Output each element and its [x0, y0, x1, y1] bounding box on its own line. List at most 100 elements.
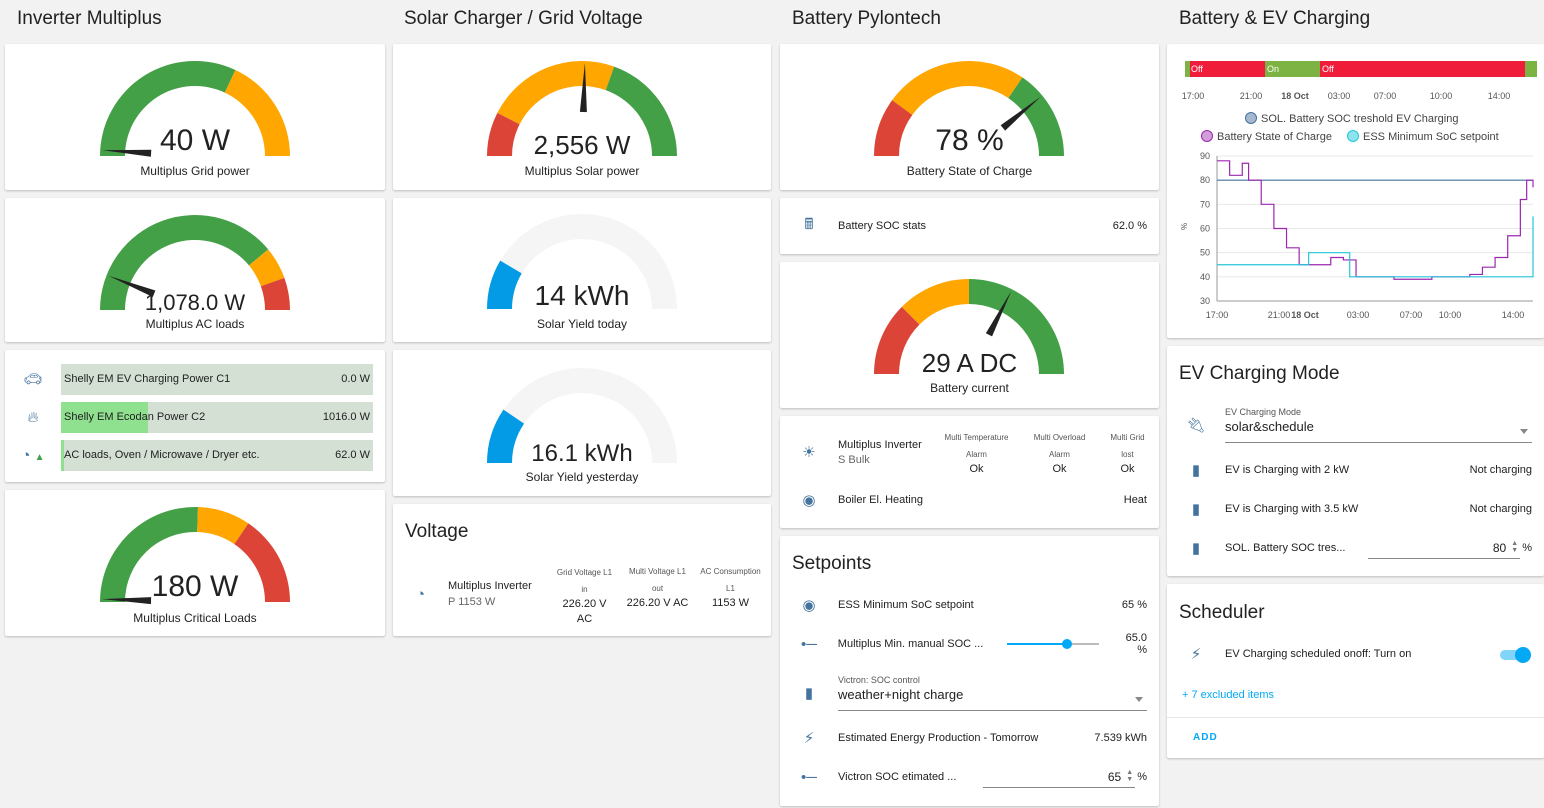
schedule-toggle[interactable] [1500, 647, 1531, 663]
inverter-status-card: ☀︎ Multiplus Inverter S Bulk Multi Tempe… [780, 416, 1159, 528]
soc-control-row[interactable]: ▮ Victron: SOC control weather+night cha… [780, 673, 1159, 713]
attribute-header: Multi Grid [1110, 433, 1145, 442]
legend-label[interactable]: SOL. Battery SOC treshold EV Charging [1261, 113, 1458, 125]
ess-setpoint-row[interactable]: ◉ ESS Minimum SoC setpoint 65 % [780, 590, 1159, 620]
column-title-solar: Solar Charger / Grid Voltage [404, 8, 643, 29]
gauge-value: 16.1 kWh [531, 440, 633, 467]
timeline-off-segment[interactable] [1185, 61, 1537, 77]
scheduler-item-row[interactable]: ⚡︎ EV Charging scheduled onoff: Turn on [1167, 639, 1544, 669]
timeline-on-segment[interactable] [1185, 61, 1190, 77]
soc-threshold-input[interactable]: 80 ▲ ▼ [1368, 537, 1521, 559]
bar-row-ac-loads[interactable]: ◔ ▲ AC loads, Oven / Microwave / Dryer e… [5, 439, 385, 471]
voltage-row[interactable]: ◔ Multiplus Inverter P 1153 W Grid Volta… [393, 559, 771, 629]
gauge-label: Multiplus Grid power [140, 164, 250, 178]
excluded-items-link[interactable]: + 7 excluded items [1182, 689, 1274, 701]
gauge-card-battery-current[interactable]: 29 A DC Battery current [780, 262, 1159, 408]
legend-swatch[interactable] [1347, 130, 1359, 142]
gauge-card-critical-loads[interactable]: 180 W Multiplus Critical Loads [5, 490, 385, 636]
timeline-tick-label: 17:00 [1182, 91, 1205, 101]
inverter-status-row[interactable]: ☀︎ Multiplus Inverter S Bulk Multi Tempe… [780, 422, 1159, 482]
select-value: solar&schedule [1225, 419, 1314, 434]
trend-up-icon: ▲ [34, 451, 45, 463]
ev-mode-card: EV Charging Mode 🔌︎ EV Charging Mode sol… [1167, 346, 1544, 576]
battery-icon: ▮ [1191, 540, 1201, 557]
attribute-value: 226.20 V AC [626, 596, 689, 609]
timeline-state-label: Off [1322, 64, 1334, 74]
soc-threshold-row[interactable]: ▮ SOL. Battery SOC tres... 80 ▲ ▼ % [1167, 533, 1544, 563]
entity-name: Battery SOC stats [838, 220, 927, 232]
setpoints-card: Setpoints ◉ ESS Minimum SoC setpoint 65 … [780, 536, 1159, 806]
bar-row-ev-charging[interactable]: 🚗︎ Shelly EM EV Charging Power C1 0.0 W [5, 363, 385, 395]
soc-estimated-row[interactable]: •─ Victron SOC etimated ... 65 ▲ ▼ % [780, 762, 1159, 792]
gauge-value: 78 % [935, 124, 1004, 157]
ev-mode-select-row[interactable]: 🔌︎ EV Charging Mode solar&schedule [1167, 406, 1544, 444]
legend-swatch[interactable] [1201, 130, 1213, 142]
bar-row-ecodan[interactable]: 🔥︎ Shelly EM Ecodan Power C2 1016.0 W [5, 401, 385, 433]
attribute-col: Multi Temperature Alarm Ok [935, 429, 1018, 475]
add-button[interactable]: ADD [1193, 732, 1218, 743]
input-unit: % [1522, 542, 1532, 554]
series-line[interactable] [1217, 160, 1534, 280]
timeline-on-segment[interactable] [1525, 61, 1537, 77]
power-bar: Shelly EM EV Charging Power C1 0.0 W [61, 363, 373, 395]
ev-charging-35kw-row[interactable]: ▮ EV is Charging with 3.5 kW Not chargin… [1167, 494, 1544, 524]
lightning-icon: ⚡︎ [803, 730, 815, 747]
battery-icon: ▮ [1191, 462, 1201, 479]
entity-name: Multiplus Inverter [838, 438, 922, 451]
slider-icon: •─ [801, 768, 817, 786]
boiler-row[interactable]: ◉ Boiler El. Heating Heat [780, 484, 1159, 516]
min-soc-slider[interactable] [1007, 634, 1099, 654]
section-title: EV Charging Mode [1179, 363, 1340, 384]
entity-value: Not charging [1469, 464, 1532, 476]
ev-mode-select[interactable]: EV Charging Mode solar&schedule [1225, 407, 1532, 443]
gauge-card-battery-soc[interactable]: 78 % Battery State of Charge [780, 44, 1159, 190]
series-line[interactable] [1217, 216, 1534, 278]
toggle-knob [1515, 647, 1531, 663]
entity-name-block: Multiplus Inverter P 1153 W [448, 580, 548, 608]
gauge-label: Solar Yield yesterday [525, 470, 639, 484]
gauge-card-yield-today[interactable]: 14 kWh Solar Yield today [393, 198, 771, 342]
x-tick-label: 21:00 [1268, 310, 1291, 320]
select-label: EV Charging Mode [1225, 407, 1302, 417]
legend-label[interactable]: ESS Minimum SoC setpoint [1363, 131, 1499, 143]
gauge-label: Multiplus AC loads [145, 317, 245, 331]
attribute-header: Multi Temperature [944, 433, 1009, 442]
y-axis-label: % [1180, 223, 1189, 230]
power-bar: AC loads, Oven / Microwave / Dryer etc. 6… [61, 439, 373, 471]
attribute-col: Multi Voltage L1 out 226.20 V AC [621, 563, 694, 626]
entity-value: 62.0 % [1112, 220, 1147, 232]
gauge-segment [497, 60, 615, 125]
bar-value: 0.0 W [341, 372, 370, 385]
gauge-card-solar-power[interactable]: 2,556 W Multiplus Solar power [393, 44, 771, 190]
shelly-power-card: 🚗︎ Shelly EM EV Charging Power C1 0.0 W 🔥… [5, 350, 385, 482]
soc-control-select[interactable]: Victron: SOC control weather+night charg… [838, 675, 1147, 711]
slider-icon: •─ [800, 635, 817, 653]
spinner-icon[interactable]: ▲ ▼ [1511, 540, 1518, 554]
ev-charging-2kw-row[interactable]: ▮ EV is Charging with 2 kW Not charging [1167, 455, 1544, 485]
slider-thumb[interactable] [1061, 639, 1072, 649]
min-soc-slider-row[interactable]: •─ Multiplus Min. manual SOC ... 65.0 % [780, 629, 1159, 659]
timeline-tick-label: 03:00 [1328, 91, 1351, 101]
battery-stats-row[interactable]: 🖩︎ Battery SOC stats 62.0 % [780, 198, 1159, 254]
x-tick-label: 18 Oct [1291, 310, 1319, 320]
battery-icon: ▮ [804, 685, 814, 702]
entity-name: EV is Charging with 3.5 kW [1225, 503, 1359, 515]
spinner-icon[interactable]: ▲ ▼ [1126, 769, 1133, 783]
y-tick-label: 80 [1200, 175, 1210, 185]
soc-estimated-input[interactable]: 65 ▲ ▼ [983, 766, 1136, 788]
legend-swatch[interactable] [1245, 112, 1257, 124]
column-title-inverter: Inverter Multiplus [17, 8, 162, 29]
gauge-card-ac-loads[interactable]: 1,078.0 W Multiplus AC loads [5, 198, 385, 342]
legend-label[interactable]: Battery State of Charge [1217, 131, 1332, 143]
entity-name: EV Charging scheduled onoff: Turn on [1225, 648, 1412, 660]
history-chart-card[interactable]: Off On Off 17:00 21:00 18 Oct 03:00 07:00 10:00 1… [1167, 44, 1544, 338]
gauge-card-grid-power[interactable]: 40 W Multiplus Grid power [5, 44, 385, 190]
history-chart[interactable]: Off On Off17:00 21:00 18 Oct 03:00 07:00 10:00 1… [1167, 44, 1544, 338]
attribute-header: Multi Overload [1033, 433, 1086, 442]
gauge-card-yield-yesterday[interactable]: 16.1 kWh Solar Yield yesterday [393, 350, 771, 496]
timeline-tick-label: 18 Oct [1281, 91, 1309, 101]
energy-forecast-row[interactable]: ⚡︎ Estimated Energy Production - Tomorro… [780, 723, 1159, 753]
entity-secondary: S Bulk [838, 453, 870, 466]
gauge-value: 2,556 W [533, 130, 631, 160]
entity-secondary: P 1153 W [448, 596, 496, 608]
